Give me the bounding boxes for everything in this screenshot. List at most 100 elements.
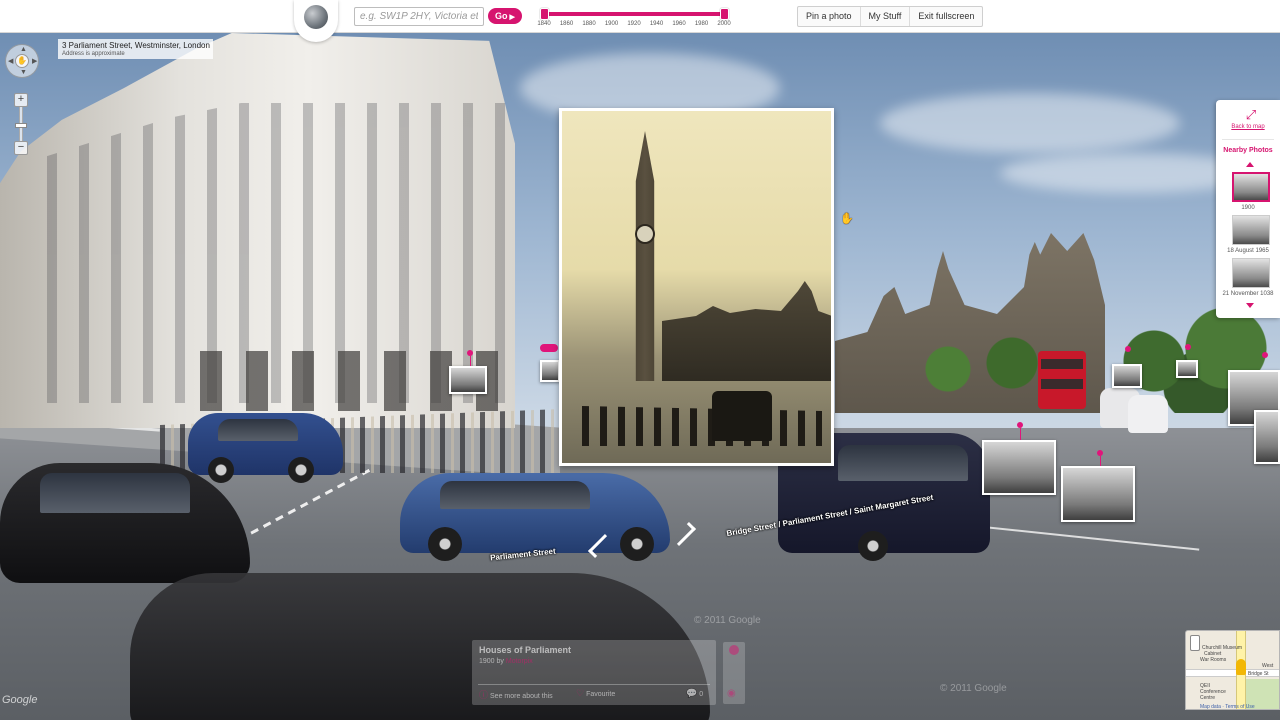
car-wheel [620,527,654,561]
pin-marker-icon[interactable] [1125,346,1131,352]
pin-marker-icon[interactable] [1185,344,1191,350]
photo-people [582,406,822,446]
red-bus [1038,351,1086,409]
car-wheel [288,457,314,483]
minimap[interactable]: Churchill Museum Cabinet War Rooms QEII … [1185,630,1280,710]
pinned-photo-image [542,362,558,380]
pin-marker-icon[interactable] [467,350,473,356]
minimap-label: Bridge St [1248,671,1269,677]
favourite-button[interactable]: ♡ Favourite [576,688,615,699]
pin-marker-icon[interactable] [1017,422,1023,428]
scroll-down-icon[interactable] [1246,303,1254,308]
cloud [880,93,1180,153]
exit-fullscreen-button[interactable]: Exit fullscreen [910,7,982,26]
pinned-photo[interactable] [1061,466,1135,522]
nearby-photo-thumb[interactable] [1232,172,1270,202]
pin-marker-icon[interactable] [1262,352,1268,358]
photo-title: Houses of Parliament [479,645,572,655]
play-icon: ▶ [509,14,515,21]
pan-up-icon[interactable]: ▲ [20,46,27,53]
see-more-label: See more about this [490,693,553,700]
timeline-tick-label: 1880 [582,21,596,27]
historic-photo-big-ben [562,111,831,463]
zoom-slider-knob[interactable] [15,123,27,128]
pan-right-icon[interactable]: ▶ [32,57,37,65]
blue-taxi [188,413,343,483]
pin-a-photo-button[interactable]: Pin a photo [798,7,861,26]
see-more-button[interactable]: ⓘ See more about this [479,688,553,701]
pegman-hand-icon[interactable]: ✋ [15,54,29,68]
pinned-photo[interactable] [982,440,1056,495]
map-type-icon[interactable] [1190,635,1200,651]
pinned-photo[interactable] [1112,364,1142,388]
pinned-photo[interactable] [449,366,487,394]
blue-car [400,473,670,561]
year-range-slider[interactable]: 1840 1860 1880 1900 1920 1940 1960 1980 2000 [537,6,731,30]
heart-icon: ♡ [576,688,585,698]
pinned-photo[interactable] [540,360,560,382]
timeline-end-handle[interactable] [720,8,729,20]
pin-icon[interactable] [729,645,739,655]
nearby-photo-label: 21 November 1038 [1222,291,1274,297]
timeline-tick-label: 1940 [649,21,664,27]
globe-icon [304,5,328,29]
zoom-control: + − [14,93,28,155]
nearby-photo-thumb[interactable] [1232,258,1270,288]
back-to-map-link[interactable]: Back to map [1216,124,1280,130]
map-terms-link[interactable]: Map data · Terms of Use [1200,704,1255,709]
historic-photo-overlay[interactable] [559,108,834,466]
scroll-up-icon[interactable] [1246,162,1254,167]
expand-icon[interactable]: ⤢ [1244,108,1258,121]
nearby-photos-title: Nearby Photos [1223,147,1273,154]
pegman-icon[interactable] [1236,659,1246,675]
info-divider [478,684,710,685]
timeline-tick-label: 1960 [672,21,686,27]
photo-clock-tower [635,131,655,381]
pan-left-icon[interactable]: ◀ [8,57,13,65]
pin-stem [470,356,471,366]
speech-bubble-icon: 💬 [686,688,698,698]
pinned-photo-image [1256,412,1278,462]
pinned-photo-image [451,368,485,392]
timeline-tick-label: 1860 [559,21,574,27]
pan-down-icon[interactable]: ▼ [20,69,27,76]
pin-marker-icon[interactable] [540,344,558,352]
photo-vintage-cab [712,391,772,441]
minimap-label: Centre [1200,695,1216,701]
address-note: Address is approximate [62,51,125,57]
eye-icon[interactable]: ◉ [727,688,736,699]
car-wheel [858,531,888,561]
photo-info-panel: Houses of Parliament 1900 by Motorpix ⓘ S… [472,640,716,705]
top-button-group: Pin a photo My Stuff Exit fullscreen [797,6,984,27]
car-window [218,419,298,441]
nearby-photos-panel: ⤢ Back to map Nearby Photos 1900 18 Augu… [1216,100,1280,318]
pinned-photo[interactable] [1254,410,1280,464]
copyright-watermark: © 2011 Google [940,683,1007,694]
favourite-label: Favourite [586,691,616,698]
pin-stem [1020,428,1021,440]
copyright-watermark: © 2011 Google [694,615,761,626]
globe-button[interactable] [294,0,338,42]
timeline-selected-range [544,12,724,16]
pinned-photo[interactable] [1176,360,1198,378]
zoom-out-button[interactable]: − [14,141,28,155]
pin-stem [1100,456,1101,466]
minimap-label: War Rooms [1200,657,1227,663]
timeline-start-handle[interactable] [540,8,549,20]
comments-button[interactable]: 💬 0 [686,688,703,699]
minimap-label: West [1262,663,1274,669]
search-input[interactable] [354,7,484,26]
address-box: 3 Parliament Street, Westminster, London… [58,39,213,59]
nearby-photo-thumb[interactable] [1232,215,1270,245]
pin-marker-icon[interactable] [1097,450,1103,456]
pinned-photo-image [1063,468,1133,520]
go-button[interactable]: Go ▶ [488,8,522,24]
car-window [40,473,190,513]
photo-author-link[interactable]: Motorpix [506,658,533,665]
my-stuff-button[interactable]: My Stuff [861,7,911,26]
zoom-in-button[interactable]: + [14,93,28,107]
pan-control[interactable]: ▲ ▼ ◀ ▶ ✋ [5,44,39,78]
timeline-tick-label: 1980 [694,21,709,27]
photo-palace [662,281,831,381]
timeline-tick-label: 1900 [604,21,619,27]
